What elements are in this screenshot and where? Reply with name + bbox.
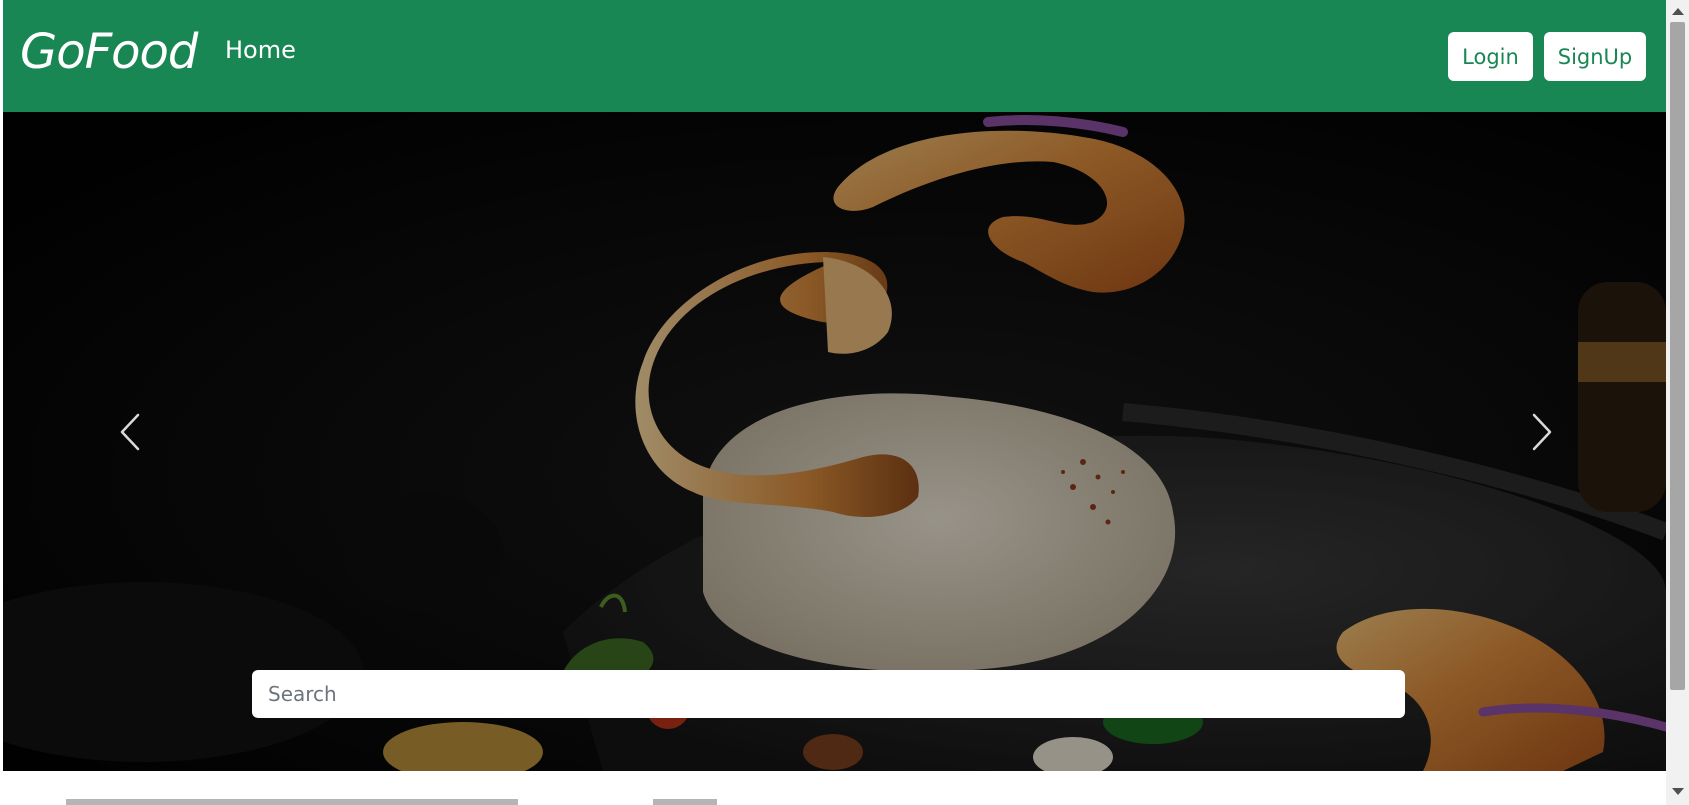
carousel-prev-button[interactable] [100, 402, 160, 462]
scroll-up-arrow-icon[interactable] [1672, 8, 1684, 15]
signup-button[interactable]: SignUp [1544, 32, 1646, 81]
page-viewport: GoFood Home Login SignUp [3, 0, 1666, 805]
navbar: GoFood Home Login SignUp [3, 0, 1666, 112]
chevron-right-icon [1532, 413, 1552, 451]
nav-link-home[interactable]: Home [225, 38, 296, 62]
vertical-scrollbar[interactable] [1666, 0, 1689, 805]
horizontal-scroll-segment [653, 799, 717, 805]
scroll-down-arrow-icon[interactable] [1672, 788, 1684, 795]
horizontal-scroll-segment [66, 799, 518, 805]
brand-logo[interactable]: GoFood [20, 28, 198, 76]
carousel-next-button[interactable] [1512, 402, 1572, 462]
login-button[interactable]: Login [1448, 32, 1533, 81]
scrollbar-thumb[interactable] [1670, 22, 1685, 690]
chevron-left-icon [120, 413, 140, 451]
search-input[interactable] [252, 670, 1405, 718]
hero-carousel [3, 112, 1666, 771]
